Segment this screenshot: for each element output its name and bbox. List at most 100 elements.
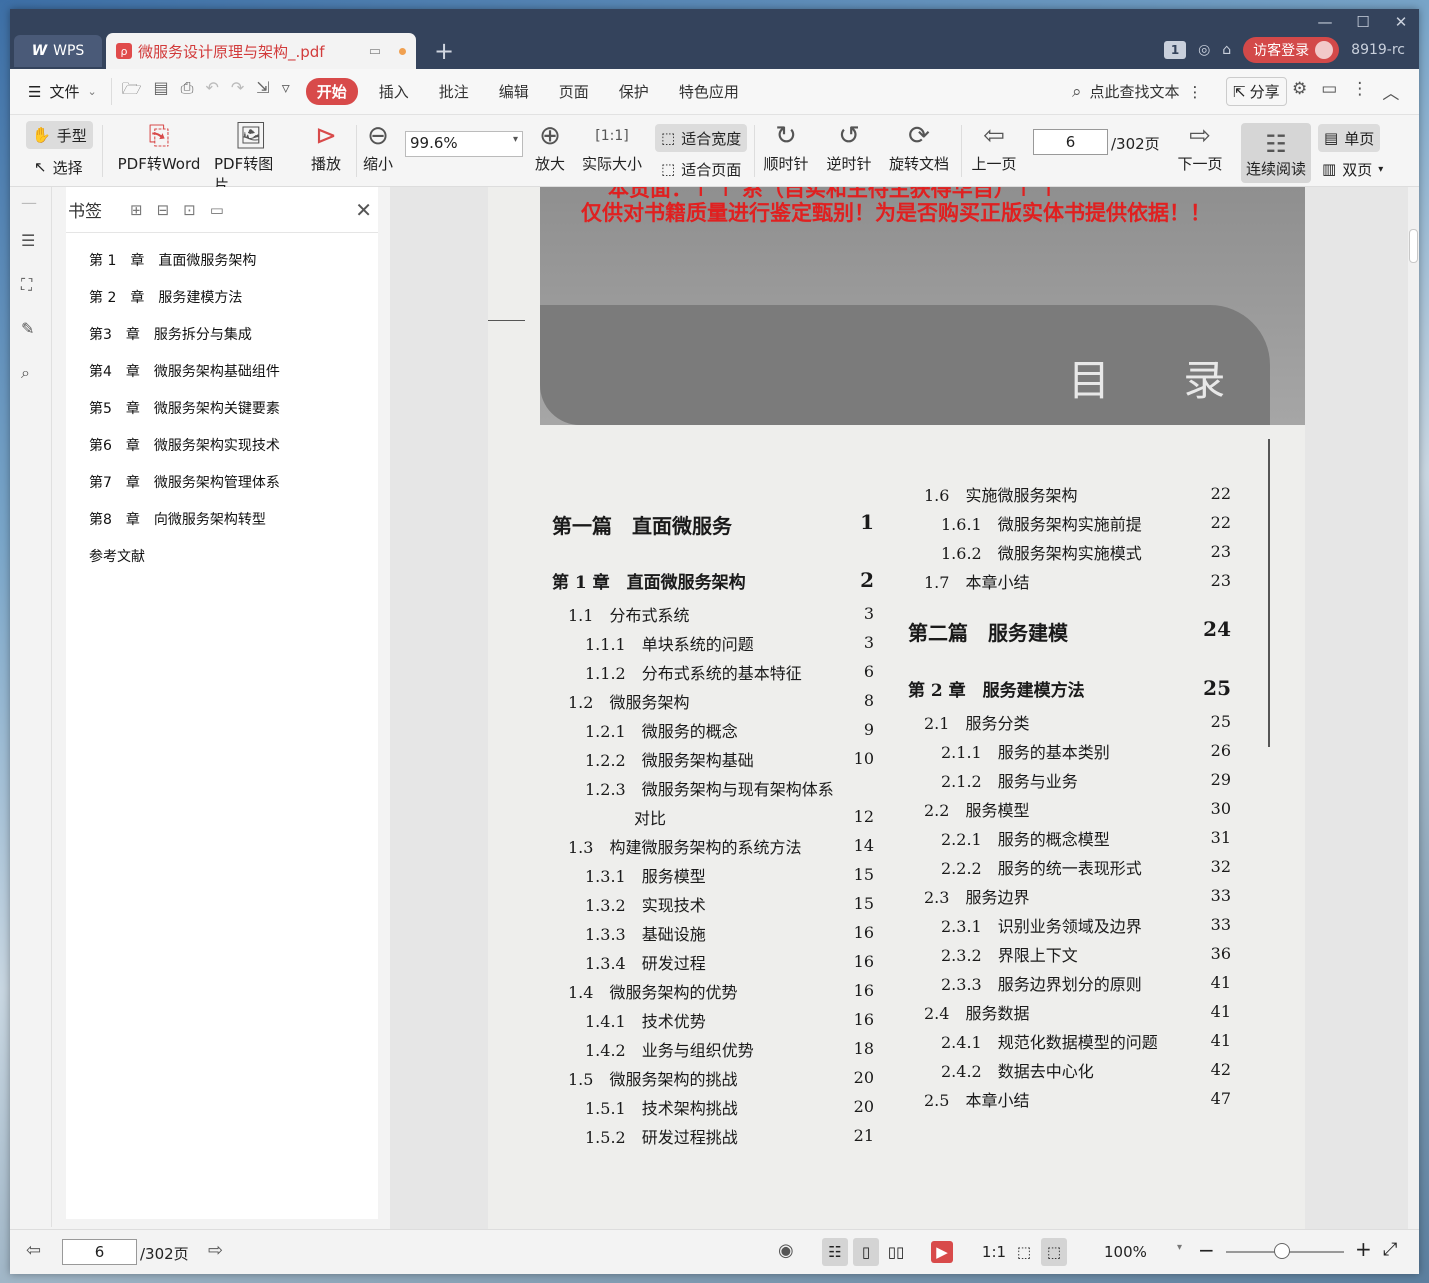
hand-tool-button[interactable]: ✋ 手型 [26,121,93,149]
eye-icon[interactable]: ◉ [778,1240,794,1261]
toc-entry: 1.5.2 研发过程挑战 [585,1128,738,1147]
message-icon[interactable]: ▭ [1321,79,1337,104]
find-text-search[interactable]: ⌕ 点此查找文本 ⋮ [1072,81,1203,102]
bookmark-item[interactable]: 第5 章 微服务架构关键要素 [66,391,378,428]
maximize-icon[interactable]: ☐ [1355,13,1371,31]
rotate-clockwise-button[interactable]: ↻ 顺时针 [760,119,812,174]
next-page-button[interactable]: ⇨ 下一页 [1176,119,1224,174]
outline-icon[interactable]: ☰ [21,231,41,251]
menu-tab-insert[interactable]: 插入 [364,81,424,102]
single-page-button[interactable]: ▤ 单页 [1318,124,1381,152]
file-menu[interactable]: ☰ 文件 ⌄ [10,81,107,102]
minimize-icon[interactable]: — [1317,13,1333,31]
fit-width-button[interactable]: ⬚ 适合宽度 [655,124,748,152]
bookmark-item[interactable]: 第8 章 向微服务架构转型 [66,502,378,539]
actual-size-button[interactable]: [1:1] 实际大小 [580,119,644,174]
more-vertical-icon[interactable]: ⋮ [1188,83,1203,101]
next-page-arrow-icon[interactable]: ⇨ [208,1240,223,1261]
collapse-all-icon[interactable]: ⊟ [157,201,170,219]
bookmark-item[interactable]: 参考文献 [66,539,378,576]
bookmark-item[interactable]: 第7 章 微服务架构管理体系 [66,465,378,502]
bookmark-item[interactable]: 第3 章 服务拆分与集成 [66,317,378,354]
pdf-to-word-button[interactable]: ⎘ PDF转Word [114,119,204,174]
search-icon: ⌕ [1072,81,1082,102]
view-double-icon[interactable]: ▯▯ [883,1238,909,1266]
menu-tab-start[interactable]: 开始 [305,78,358,105]
status-page-input[interactable]: 6 [62,1239,137,1265]
bookmark-options-icon[interactable]: ▭ [210,201,224,219]
menu-tab-protect[interactable]: 保护 [604,81,664,102]
gear-icon[interactable]: ⚙ [1292,79,1307,104]
expand-all-icon[interactable]: ⊞ [130,201,143,219]
play-button[interactable]: ⊳ 播放 [306,119,346,174]
fit-page-button[interactable]: ⬚ 适合页面 [655,155,747,183]
play-icon[interactable]: ▶ [931,1241,953,1263]
thumbnail-icon[interactable]: ⛶ [21,275,41,295]
undo-icon[interactable]: ↶ [205,78,218,105]
export-icon[interactable]: ⇲ [256,78,269,105]
menu-tab-comment[interactable]: 批注 [424,81,484,102]
toc-entry: 对比 [634,809,667,828]
close-panel-icon[interactable]: ✕ [355,198,372,222]
zoom-out-icon[interactable]: − [1198,1238,1215,1262]
add-bookmark-icon[interactable]: ⊡ [183,201,196,219]
monitor-icon[interactable]: ▭ [369,44,381,59]
zoom-slider-knob[interactable] [1274,1243,1290,1259]
bookmark-item[interactable]: 第6 章 微服务架构实现技术 [66,428,378,465]
select-tool-label: 选择 [52,158,83,177]
double-page-button[interactable]: ▥ 双页 ▾ [1316,155,1389,183]
drag-handle-icon[interactable]: — [21,193,41,213]
toc-chapter-title: 第 1 章 直面微服务架构 [552,573,746,593]
prev-page-arrow-icon[interactable]: ⇦ [26,1240,41,1261]
print-icon[interactable]: ⎙ [181,78,194,105]
tab-wps-home[interactable]: W WPS [14,35,102,67]
menu-tab-features[interactable]: 特色应用 [664,81,754,102]
shirt-icon[interactable]: ⌂ [1222,42,1231,58]
zoom-level[interactable]: 100% [1104,1243,1147,1261]
view-continuous-icon[interactable]: ☷ [822,1238,848,1266]
page-number-input[interactable]: 6 [1033,129,1108,155]
zoom-in-button[interactable]: ⊕ 放大 [532,119,568,174]
scrollbar-thumb[interactable] [1409,229,1418,263]
view-single-icon[interactable]: ▯ [853,1238,879,1266]
prev-page-button[interactable]: ⇦ 上一页 [970,119,1018,174]
share-button[interactable]: ⇱ 分享 [1226,77,1287,106]
continuous-reading-icon: ☷ [1265,130,1287,158]
document-viewer[interactable]: 目 录 本贡面：↑ ↑ 系（自实和主待主获得华自）↑ ↑ 仅供对书籍质量进行鉴定… [390,187,1408,1229]
bookmark-item[interactable]: 第 2 章 服务建模方法 [66,280,378,317]
rotate-counterclockwise-button[interactable]: ↺ 逆时针 [823,119,875,174]
zoom-select[interactable]: 99.6% ▾ [405,131,523,157]
chevron-down-icon[interactable]: ▾ [1177,1242,1182,1253]
fit-page-icon[interactable]: ⬚ [1011,1238,1037,1266]
bookmark-item[interactable]: 第4 章 微服务架构基础组件 [66,354,378,391]
select-tool-button[interactable]: ↖ 选择 [28,153,89,181]
rotate-document-button[interactable]: ⟳ 旋转文档 [886,119,952,174]
annotation-icon[interactable]: ✎ [21,319,41,339]
actual-size-icon[interactable]: 1:1 [981,1238,1007,1266]
close-icon[interactable]: ✕ [1393,13,1409,31]
tab-document[interactable]: ρ 微服务设计原理与架构_.pdf ▭ [106,33,416,69]
save-icon[interactable]: ▤ [154,78,169,105]
toc-page-number: 12 [853,807,874,826]
skin-icon[interactable]: ◎ [1198,42,1210,58]
fit-width-icon[interactable]: ⬚ [1041,1238,1067,1266]
zoom-out-button[interactable]: ⊖ 缩小 [360,119,396,174]
continuous-reading-button[interactable]: ☷ 连续阅读 [1241,123,1311,183]
more-icon[interactable]: ⋮ [1351,79,1368,104]
bookmark-item[interactable]: 第 1 章 直面微服务架构 [66,243,378,280]
window-count-badge[interactable]: 1 [1164,41,1187,59]
zoom-in-icon[interactable]: + [1355,1237,1372,1261]
menu-tab-page[interactable]: 页面 [544,81,604,102]
guest-login-button[interactable]: 访客登录 [1243,37,1340,63]
new-tab-button[interactable]: + [434,37,454,65]
collapse-ribbon-icon[interactable]: ︿ [1382,79,1399,104]
vertical-scrollbar[interactable] [1408,187,1419,1229]
pdf-to-word-icon: ⎘ [148,120,170,151]
search-panel-icon[interactable]: ⌕ [21,363,41,383]
more-quick-icon[interactable]: ▿ [282,78,290,105]
redo-icon[interactable]: ↷ [231,78,244,105]
pdf-to-image-button[interactable]: 🖼 PDF转图片 [214,119,288,195]
menu-tab-edit[interactable]: 编辑 [484,81,544,102]
open-folder-icon[interactable]: 🗁 [122,78,142,105]
fullscreen-icon[interactable]: ⤢ [1383,1239,1397,1260]
